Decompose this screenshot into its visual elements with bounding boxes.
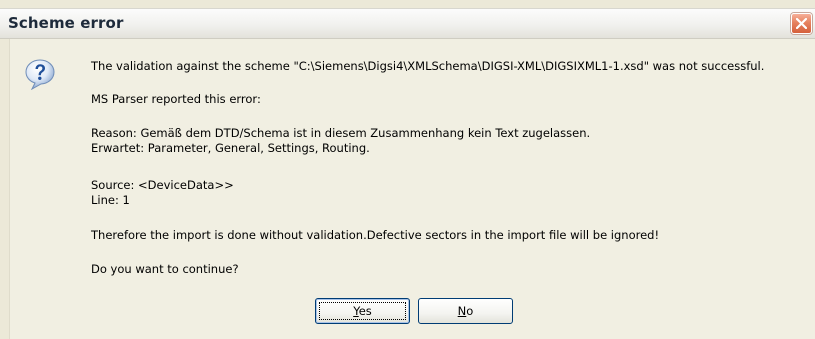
yes-label-rest: es — [358, 304, 372, 318]
no-mnemonic: N — [457, 304, 467, 318]
close-button[interactable] — [791, 13, 812, 34]
no-button-label: No — [458, 304, 474, 318]
question-message: Do you want to continue? — [91, 262, 239, 276]
source-message: Source: <DeviceData>> — [91, 178, 234, 192]
close-icon — [796, 18, 807, 29]
scheme-error-dialog: Scheme error The validation against the … — [0, 0, 815, 339]
validation-message: The validation against the scheme "C:\Si… — [91, 59, 765, 73]
question-icon — [25, 59, 55, 90]
yes-button[interactable]: Yes — [315, 298, 410, 324]
yes-button-label: Yes — [353, 304, 372, 318]
reason-message: Reason: Gemäß dem DTD/Schema ist in dies… — [91, 126, 591, 140]
expected-message: Erwartet: Parameter, General, Settings, … — [91, 141, 370, 155]
line-message: Line: 1 — [91, 193, 130, 207]
title-bar[interactable]: Scheme error — [0, 8, 815, 39]
parser-message: MS Parser reported this error: — [91, 92, 261, 106]
no-button[interactable]: No — [418, 298, 513, 324]
no-label-rest: o — [466, 304, 474, 318]
window-title: Scheme error — [8, 14, 124, 32]
therefore-message: Therefore the import is done without val… — [91, 228, 660, 242]
